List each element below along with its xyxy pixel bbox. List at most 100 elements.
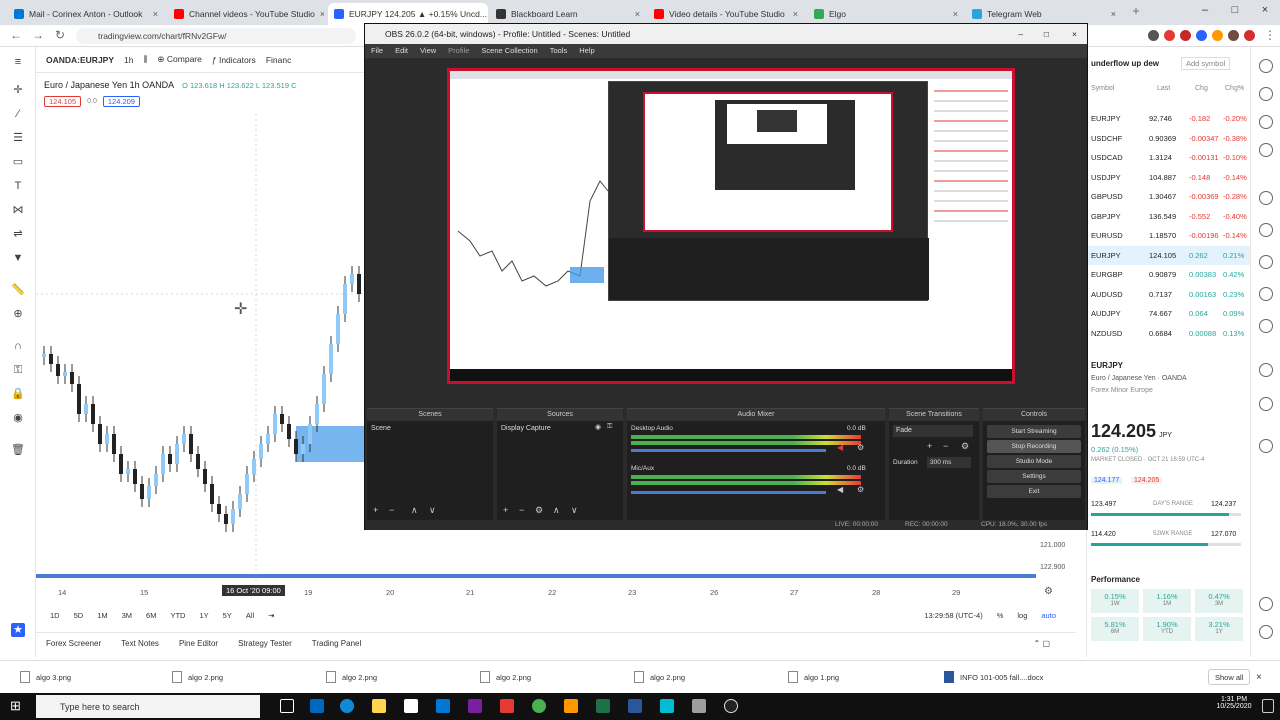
lock-icon[interactable]: ⚿ bbox=[607, 423, 612, 431]
range-1y[interactable]: 1Y bbox=[199, 611, 208, 620]
watchlist-row[interactable]: USDJPY 104.887 -0.148 -0.14% bbox=[1087, 168, 1251, 187]
remove-source-icon[interactable]: − bbox=[519, 505, 524, 515]
onenote-icon[interactable] bbox=[468, 699, 482, 713]
forecast-icon[interactable]: ⇌ bbox=[11, 227, 25, 241]
watchlist-row[interactable]: USDCHF 0.90369 -0.00347 -0.38% bbox=[1087, 129, 1251, 148]
streams-icon[interactable] bbox=[1259, 287, 1273, 301]
watchlist-row[interactable]: USDCAD 1.3124 -0.00131 -0.10% bbox=[1087, 148, 1251, 167]
desktop-volume-slider[interactable] bbox=[631, 449, 826, 452]
trash-icon[interactable]: 🗑 bbox=[11, 443, 25, 457]
crosshair-icon[interactable]: ✛ bbox=[11, 83, 25, 97]
log-toggle[interactable]: log bbox=[1017, 611, 1027, 620]
download-item[interactable]: algo 1.png bbox=[788, 669, 839, 685]
speaker-icon[interactable]: ◀ bbox=[837, 485, 843, 494]
obs-minimize-button[interactable]: – bbox=[1018, 24, 1023, 44]
windows-start-icon[interactable]: ⊞ bbox=[10, 699, 24, 713]
source-item[interactable]: Display Capture bbox=[501, 425, 551, 432]
move-down-icon[interactable]: ∨ bbox=[429, 505, 436, 516]
close-icon[interactable]: × bbox=[793, 9, 798, 19]
watchlist-row[interactable]: EURJPY 92.746 -0.182 -0.20% bbox=[1087, 109, 1251, 128]
extension-icon[interactable] bbox=[1196, 30, 1207, 41]
help-icon[interactable] bbox=[1259, 439, 1273, 453]
range-3m[interactable]: 3M bbox=[122, 611, 132, 620]
tab-youtube-video[interactable]: Video details - YouTube Studio × bbox=[648, 3, 804, 25]
financials-button[interactable]: Financ bbox=[266, 55, 292, 65]
text-icon[interactable]: T bbox=[11, 179, 25, 193]
add-source-icon[interactable]: + bbox=[503, 505, 508, 515]
close-window-button[interactable]: × bbox=[1250, 4, 1280, 20]
watchlist-row[interactable]: EURGBP 0.90879 0.00383 0.42% bbox=[1087, 265, 1251, 284]
percent-toggle[interactable]: % bbox=[997, 611, 1004, 620]
range-1m[interactable]: 1M bbox=[97, 611, 107, 620]
tab-strategy-tester[interactable]: Strategy Tester bbox=[238, 639, 292, 648]
col-chg[interactable]: Chg bbox=[1195, 85, 1208, 92]
maximize-button[interactable]: □ bbox=[1220, 4, 1250, 20]
lightbulb-icon[interactable] bbox=[1259, 255, 1273, 269]
profile-avatar[interactable] bbox=[1228, 30, 1239, 41]
chat-icon[interactable] bbox=[1259, 319, 1273, 333]
obs-icon[interactable] bbox=[724, 699, 738, 713]
download-item[interactable]: INFO 101-005 fall....docx bbox=[944, 669, 1043, 685]
tab-tradingview[interactable]: EURJPY 124.205 ▲ +0.15% Uncd...× bbox=[328, 3, 488, 25]
chrome-icon[interactable] bbox=[532, 699, 546, 713]
app-icon[interactable] bbox=[564, 699, 578, 713]
menu-scene-collection[interactable]: Scene Collection bbox=[481, 44, 537, 58]
trend-line-icon[interactable]: ⁄ bbox=[11, 107, 25, 121]
tab-outlook[interactable]: Mail - Corinex Anton - Outlook × bbox=[8, 3, 164, 25]
add-symbol-button[interactable]: Add symbol bbox=[1181, 57, 1231, 70]
data-window-icon[interactable] bbox=[1259, 115, 1273, 129]
obs-window[interactable]: OBS 26.0.2 (64-bit, windows) - Profile: … bbox=[364, 23, 1088, 530]
menu-icon[interactable]: ≡ bbox=[11, 55, 25, 69]
hotlists-icon[interactable] bbox=[1259, 143, 1273, 157]
notifications-icon[interactable] bbox=[1262, 699, 1274, 713]
zoom-icon[interactable]: ⊕ bbox=[11, 307, 25, 321]
remove-transition-icon[interactable]: − bbox=[943, 441, 948, 451]
scroll-up-icon[interactable] bbox=[1259, 597, 1273, 611]
speaker-muted-icon[interactable]: ◀ bbox=[837, 443, 843, 452]
visibility-eye-icon[interactable]: ◉ bbox=[595, 423, 601, 431]
extension-icon[interactable] bbox=[1164, 30, 1175, 41]
pattern-icon[interactable]: ⋈ bbox=[11, 203, 25, 217]
scene-item[interactable]: Scene bbox=[371, 425, 391, 432]
settings-gear-icon[interactable]: ⚙ bbox=[857, 443, 864, 452]
range-ytd[interactable]: YTD bbox=[170, 611, 185, 620]
watchlist-row[interactable]: GBPUSD 1.30467 -0.00369 -0.28% bbox=[1087, 187, 1251, 206]
menu-view[interactable]: View bbox=[420, 44, 436, 58]
watchlist-row[interactable]: NZDUSD 0.6684 0.00088 0.13% bbox=[1087, 324, 1251, 343]
range-all[interactable]: All bbox=[246, 611, 254, 620]
tab-pine-editor[interactable]: Pine Editor bbox=[179, 639, 218, 648]
new-tab-button[interactable]: + bbox=[1128, 4, 1144, 20]
menu-profile[interactable]: Profile bbox=[448, 44, 469, 58]
eye-icon[interactable]: ◉ bbox=[11, 411, 25, 425]
time-scrollbar[interactable] bbox=[36, 574, 1036, 578]
source-settings-icon[interactable]: ⚙ bbox=[535, 505, 543, 516]
rectangle-icon[interactable]: ▭ bbox=[11, 155, 25, 169]
ideas-icon[interactable] bbox=[1259, 223, 1273, 237]
studio-mode-button[interactable]: Studio Mode bbox=[987, 455, 1081, 468]
duration-input[interactable]: 300 ms bbox=[927, 457, 971, 468]
buy-button[interactable]: 124.209 bbox=[102, 96, 140, 107]
display-capture-canvas[interactable] bbox=[447, 68, 1015, 384]
sell-button[interactable]: 124.105 bbox=[44, 96, 82, 107]
goto-date-icon[interactable]: ⇥ bbox=[268, 611, 274, 620]
bell-icon[interactable] bbox=[1259, 397, 1273, 411]
watchlist-row[interactable]: EURUSD 1.18570 -0.00196 -0.14% bbox=[1087, 226, 1251, 245]
download-item[interactable]: algo 2.png bbox=[172, 669, 223, 685]
extension-icon[interactable] bbox=[1180, 30, 1191, 41]
settings-gear-icon[interactable]: ⚙ bbox=[857, 485, 864, 494]
watchlist-icon[interactable] bbox=[1259, 59, 1273, 73]
tab-forex-screener[interactable]: Forex Screener bbox=[46, 639, 101, 648]
obs-preview[interactable] bbox=[371, 60, 1081, 415]
menu-tools[interactable]: Tools bbox=[550, 44, 568, 58]
menu-file[interactable]: File bbox=[371, 44, 383, 58]
clock-label[interactable]: 13:29:58 (UTC-4) bbox=[924, 611, 982, 620]
tab-elgo[interactable]: Elgo × bbox=[808, 3, 964, 25]
transition-select[interactable]: Fade bbox=[893, 425, 973, 437]
close-icon[interactable]: × bbox=[153, 9, 158, 19]
watchlist-row[interactable]: EURJPY 124.105 0.262 0.21% bbox=[1087, 245, 1251, 265]
office-icon[interactable] bbox=[500, 699, 514, 713]
obs-close-button[interactable]: × bbox=[1072, 24, 1077, 44]
url-field[interactable]: tradingview.com/chart/fRNv2GFw/ bbox=[76, 28, 356, 44]
menu-icon[interactable]: ⋮ bbox=[1262, 28, 1278, 44]
chrome-update-icon[interactable] bbox=[1244, 30, 1255, 41]
